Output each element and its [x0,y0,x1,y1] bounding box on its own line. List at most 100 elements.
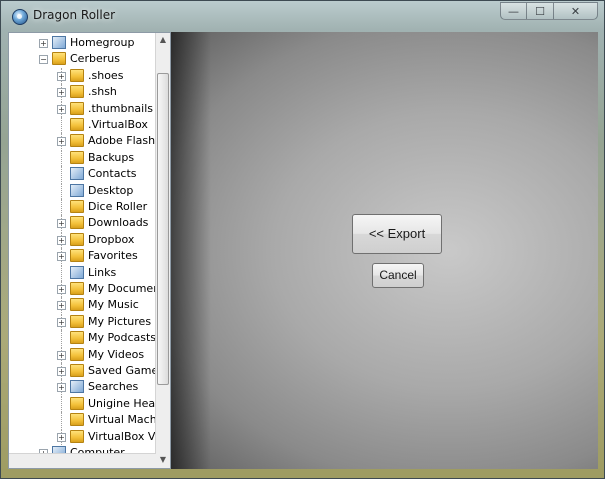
scroll-up-icon[interactable]: ▲ [158,34,168,46]
window-title: Dragon Roller [33,8,116,22]
tree-item[interactable]: Backups [9,149,155,166]
tree-item[interactable]: + My Pictures [9,313,155,330]
tree-item[interactable]: + Dropbox [9,231,155,248]
tree-item-label: My Music [88,298,139,312]
tree-item[interactable]: + Favorites [9,248,155,265]
tree-connector [61,395,62,412]
expand-icon[interactable]: + [39,39,48,48]
tree-item-label: My Videos [88,347,145,361]
tree-item-label: .shsh [88,85,117,99]
horizontal-scrollbar[interactable] [9,453,156,468]
expand-icon[interactable]: + [57,235,66,245]
tree-item[interactable]: + .thumbnails [9,100,155,117]
app-icon [12,9,28,25]
folder-icon [70,68,84,82]
expand-icon[interactable]: + [57,350,66,360]
expand-icon[interactable]: + [57,285,66,294]
expand-icon[interactable]: + [57,367,66,376]
desktop-icon [70,183,84,197]
folder-icon [70,85,84,99]
tree-connector [61,264,62,281]
searches-icon [70,380,84,394]
tree-item-label: .thumbnails [88,101,154,115]
tree-item-label: Cerberus [70,52,120,66]
downloads-icon [70,216,84,230]
minimize-icon: — [508,4,519,18]
tree-item[interactable]: Dice Roller [9,199,155,215]
folder-icon [70,101,84,115]
folder-icon [70,150,84,164]
folder-icon [70,200,84,213]
expand-icon[interactable]: + [57,104,66,114]
tree-item-label: .VirtualBox [88,118,148,131]
expand-icon[interactable]: + [57,252,66,262]
tree-item[interactable]: + VirtualBox VM [9,428,165,445]
tree-item-label: .shoes [88,68,124,82]
tree-item[interactable]: Desktop [9,182,155,199]
app-window: Dragon Roller — ☐ ✕ + Homegroup − Cerberus +… [0,0,605,479]
tree-item[interactable]: Virtual Machi [9,412,160,429]
expand-icon[interactable]: + [57,71,66,81]
close-icon: ✕ [570,4,581,18]
collapse-icon[interactable]: − [39,55,48,65]
pictures-icon [70,314,84,328]
expand-icon[interactable]: + [57,137,66,147]
podcasts-icon [70,331,84,345]
close-button[interactable]: ✕ [554,2,598,20]
maximize-button[interactable]: ☐ [527,2,554,20]
vertical-scrollbar[interactable]: ▲ ▼ [155,33,170,468]
tree-item[interactable]: + Saved Games [9,363,164,379]
tree-item[interactable]: .VirtualBox [9,117,155,133]
tree-connector [61,330,62,347]
scroll-down-icon[interactable]: ▼ [158,454,168,466]
tree-item-label: Backups [88,150,135,164]
links-icon [70,265,84,279]
tree-item[interactable]: + .shoes [9,67,155,84]
tree-item-label: Downloads [88,216,149,230]
favorites-icon [70,249,84,263]
expand-icon[interactable]: + [57,383,66,393]
expand-icon[interactable]: + [57,88,66,98]
tree-item[interactable]: Links [9,264,155,281]
user-folder-icon [52,52,66,66]
tree-item[interactable]: + My Videos [9,346,155,363]
tree-connector [61,149,62,166]
scrollbar-thumb[interactable] [157,73,169,385]
tree-item[interactable]: + Homegroup [9,35,155,51]
tree-item[interactable]: + Searches [9,379,155,396]
tree-item[interactable]: + Downloads [9,215,155,232]
tree-connector [61,412,62,429]
client-area: + Homegroup − Cerberus + .shoes + .shsh + .thumbn… [8,32,598,469]
tree-item[interactable]: My Podcasts [9,330,157,347]
maximize-icon: ☐ [535,4,545,18]
tree-item-label: Desktop [88,183,134,197]
export-button[interactable]: << Export [352,214,442,254]
tree-item-label: VirtualBox VM [88,429,165,443]
tree-connector [61,182,62,199]
tree-item-label: Searches [88,380,139,394]
tree-item[interactable]: − Cerberus [9,51,155,67]
expand-icon[interactable]: + [57,432,66,442]
tree-item[interactable]: Contacts [9,166,155,183]
title-bar[interactable]: Dragon Roller — ☐ ✕ [1,1,604,31]
tree-item-label: Links [88,265,117,279]
tree-item[interactable]: + Adobe Flash B [9,133,166,150]
cancel-button[interactable]: Cancel [372,263,424,288]
tree-item[interactable]: + My Documen [9,281,160,297]
folder-tree[interactable]: + Homegroup − Cerberus + .shoes + .shsh + .thumbn… [8,32,171,469]
tree-item-label: Homegroup [70,36,135,49]
tree-item-label: My Podcasts [88,331,157,345]
expand-icon[interactable]: + [57,317,66,327]
folder-icon [70,134,84,148]
expand-icon[interactable]: + [57,301,66,311]
tree-item-label: Dropbox [88,232,135,246]
tree-item[interactable]: Unigine Heav [9,395,162,412]
tree-item[interactable]: + My Music [9,297,155,314]
tree-connector [61,117,62,133]
saved-games-icon [70,364,84,377]
tree-item[interactable]: + .shsh [9,84,155,101]
contacts-icon [70,167,84,181]
expand-icon[interactable]: + [57,219,66,229]
dropbox-icon [70,232,84,246]
minimize-button[interactable]: — [500,2,527,20]
